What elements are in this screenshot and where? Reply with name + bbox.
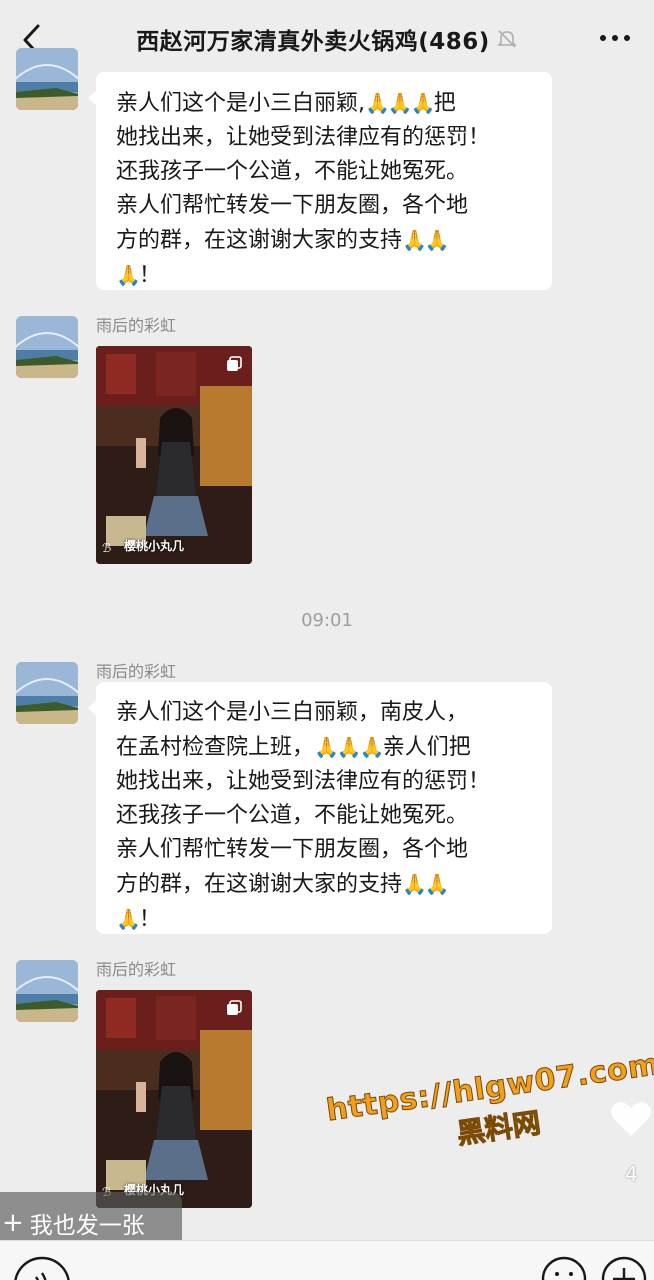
image-message[interactable]: ℬ 樱桃小丸几: [96, 990, 252, 1208]
message-line: 她找出来，让她受到法律应有的惩罚！: [116, 125, 491, 150]
message-line: 还我孩子一个公道，不能让她冤死。: [116, 159, 469, 184]
message-line: 在孟村检查院上班，: [116, 735, 315, 760]
message-line: 方的群，在这谢谢大家的支持: [116, 872, 403, 897]
message-line: 亲人们把: [382, 735, 471, 760]
like-count: 4: [625, 1162, 638, 1186]
avatar[interactable]: [16, 662, 78, 724]
voice-icon[interactable]: [12, 1255, 72, 1280]
timestamp: 09:01: [301, 610, 353, 631]
bell-off-icon: [496, 30, 517, 48]
sender-name: 雨后的彩虹: [96, 662, 177, 681]
pray-emoji-icon: 🙏: [314, 735, 339, 759]
emoji-icon[interactable]: [540, 1255, 588, 1280]
message-line: 还我孩子一个公道，不能让她冤死。: [116, 803, 469, 828]
pray-emoji-icon: 🙏: [116, 907, 141, 931]
message-line: 亲人们帮忙转发一下朋友圈，各个地: [116, 193, 469, 218]
watermark-logo-icon: ℬ: [102, 541, 112, 555]
message-line: 把: [433, 91, 456, 116]
sender-name: 雨后的彩虹: [96, 316, 177, 335]
site-watermark: https://hlgw07.com 黑料网: [324, 1046, 654, 1170]
avatar[interactable]: [16, 960, 78, 1022]
chat-header: 西赵河万家清真外卖火锅鸡(486): [0, 0, 654, 78]
message-line: ！: [138, 263, 161, 288]
pray-emoji-icon: 🙏: [387, 91, 413, 115]
chat-title-wrap: 西赵河万家清真外卖火锅鸡(486): [136, 22, 518, 56]
message-line: 她找出来，让她受到法律应有的惩罚！: [116, 769, 491, 794]
add-icon[interactable]: [600, 1255, 648, 1280]
pray-emoji-icon: 🙏: [424, 872, 450, 896]
pray-emoji-icon: 🙏: [402, 872, 427, 896]
message-line: 亲人们这个是小三白丽颖，南皮人，: [116, 700, 469, 725]
image-caption: 樱桃小丸几: [124, 539, 185, 553]
more-button[interactable]: [598, 28, 632, 48]
message-bubble[interactable]: 亲人们这个是小三白丽颖,🙏🙏🙏把 她找出来，让她受到法律应有的惩罚！ 还我孩子一…: [88, 72, 552, 290]
pray-emoji-icon: 🙏: [424, 228, 450, 252]
message-line: 方的群，在这谢谢大家的支持: [116, 228, 403, 253]
pray-emoji-icon: 🙏: [359, 735, 385, 759]
heart-icon[interactable]: [608, 1096, 654, 1142]
post-button-label: 我也发一张: [29, 1213, 145, 1239]
message-line: 亲人们这个是小三白丽颖,: [116, 91, 365, 116]
pray-emoji-icon: 🙏: [365, 91, 390, 115]
avatar[interactable]: [16, 316, 78, 378]
avatar[interactable]: [16, 48, 78, 110]
message-line: ！: [138, 907, 161, 932]
sender-name: 雨后的彩虹: [96, 960, 177, 979]
message-line: 亲人们帮忙转发一下朋友圈，各个地: [116, 837, 469, 862]
more-dots-icon: [600, 35, 630, 41]
image-message[interactable]: ℬ 樱桃小丸几: [96, 346, 252, 564]
pray-emoji-icon: 🙏: [336, 735, 362, 759]
input-bar: [0, 1240, 654, 1280]
message-bubble[interactable]: 亲人们这个是小三白丽颖，南皮人， 在孟村检查院上班，🙏🙏🙏亲人们把 她找出来，让…: [88, 682, 552, 934]
pray-emoji-icon: 🙏: [116, 263, 141, 287]
pray-emoji-icon: 🙏: [410, 91, 436, 115]
multi-image-icon: [227, 356, 242, 371]
pray-emoji-icon: 🙏: [402, 228, 427, 252]
plus-icon: +: [2, 1208, 24, 1238]
chat-title: 西赵河万家清真外卖火锅鸡(486): [136, 29, 490, 55]
multi-image-icon: [227, 1000, 242, 1015]
